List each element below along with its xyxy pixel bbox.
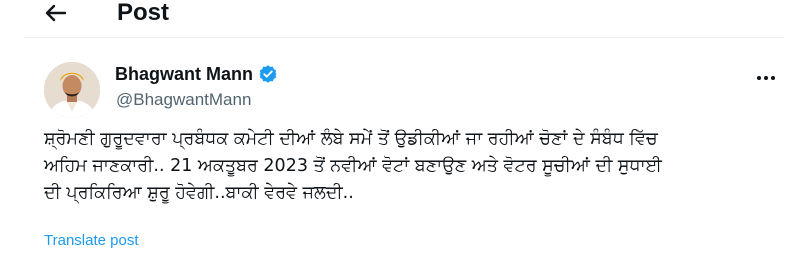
avatar[interactable] — [44, 62, 100, 118]
page-title: Post — [117, 0, 170, 26]
more-options-button[interactable] — [752, 66, 780, 90]
post-text-line: ਸ਼੍ਰੋਮਣੀ ਗੁਰੂਦਵਾਰਾ ਪ੍ਰਬੰਧਕ ਕਮੇਟੀ ਦੀਆਂ ਲੰ… — [44, 129, 658, 149]
author-name-row[interactable]: Bhagwant Mann — [115, 62, 278, 86]
back-button[interactable] — [40, 0, 72, 26]
post-text: ਸ਼੍ਰੋਮਣੀ ਗੁਰੂਦਵਾਰਾ ਪ੍ਰਬੰਧਕ ਕਮੇਟੀ ਦੀਆਂ ਲੰ… — [44, 126, 774, 207]
avatar-image — [44, 62, 100, 118]
more-horizontal-icon — [757, 76, 775, 80]
post-text-line: ਦੀ ਪ੍ਰਕਿਰਿਆ ਸ਼ੁਰੂ ਹੋਵੇਗੀ..ਬਾਕੀ ਵੇਰਵੇ ਜਲਦ… — [44, 183, 354, 203]
post-text-line: ਅਹਿਮ ਜਾਣਕਾਰੀ.. 21 ਅਕਤੂਬਰ 2023 ਤੋਂ ਨਵੀਆਂ … — [44, 156, 662, 176]
author-name[interactable]: Bhagwant Mann — [115, 62, 253, 86]
verified-badge-icon — [259, 65, 277, 83]
author-handle[interactable]: @BhagwantMann — [116, 89, 251, 111]
post-page: Post Bhagwant Mann @BhagwantMann ਸ਼੍ਰੋਮਣ… — [0, 0, 800, 262]
arrow-left-icon — [45, 4, 67, 22]
translate-post-link[interactable]: Translate post — [44, 231, 139, 251]
page-header: Post — [0, 0, 800, 32]
header-divider — [24, 37, 784, 38]
